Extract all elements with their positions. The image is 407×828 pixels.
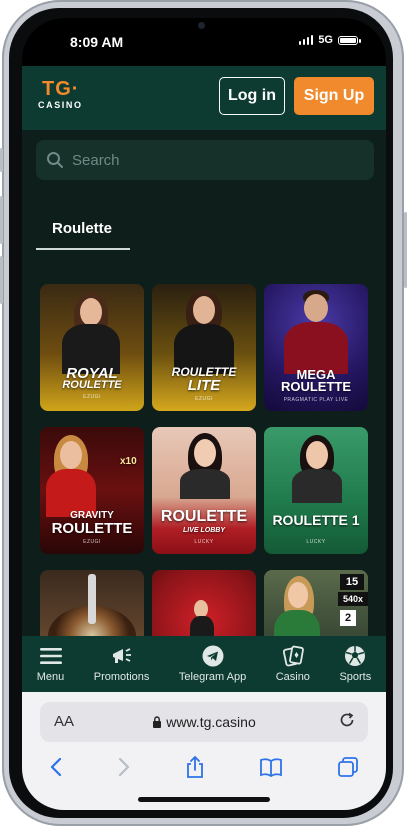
game-title: ROULETTE 1: [272, 512, 360, 528]
number-board: 15: [340, 574, 364, 590]
game-subtitle: LIVE LOBBY: [182, 527, 225, 534]
phone-action-button: [0, 148, 3, 172]
cards-icon: [282, 645, 304, 667]
url-text: www.tg.casino: [166, 714, 256, 730]
tab-roulette-label: Roulette: [52, 220, 112, 237]
dealer-body: [292, 469, 342, 503]
logo-casino-text: CASINO: [38, 100, 83, 110]
site-header: TG· CASINO Log in Sign Up: [22, 66, 386, 130]
soccer-ball-icon: [344, 645, 366, 667]
search-placeholder: Search: [72, 151, 120, 169]
dealer-face: [306, 441, 328, 469]
phone-volume-down: [0, 256, 3, 304]
dealer-face: [193, 296, 215, 324]
game-provider: LUCKY: [194, 539, 214, 545]
nav-menu[interactable]: Menu: [36, 645, 65, 683]
game-title: ROULETTE: [160, 508, 248, 525]
address-bar[interactable]: AA www.tg.casino: [40, 702, 368, 742]
status-indicators: 5G: [298, 34, 361, 46]
front-camera: [198, 22, 205, 29]
reload-icon[interactable]: [338, 711, 356, 734]
tab-roulette[interactable]: Roulette: [36, 208, 130, 250]
tg-casino-logo[interactable]: TG· CASINO: [38, 78, 88, 114]
nav-promotions[interactable]: Promotions: [93, 645, 150, 683]
forward-icon[interactable]: [117, 756, 131, 784]
nav-telegram-app[interactable]: Telegram App: [179, 645, 246, 683]
game-provider: EZUGI: [83, 394, 101, 400]
nav-telegram-label: Telegram App: [178, 671, 247, 683]
signup-button[interactable]: Sign Up: [294, 77, 374, 115]
game-provider: EZUGI: [195, 396, 213, 402]
menu-icon: [39, 645, 62, 667]
nav-promotions-label: Promotions: [93, 671, 150, 683]
phone-volume-up: [0, 196, 3, 244]
nav-casino[interactable]: Casino: [276, 645, 310, 683]
number-board-2: 2: [340, 610, 356, 626]
status-time: 8:09 AM: [70, 34, 124, 50]
game-card[interactable]: x10 GRAVITY ROULETTE EZUGI: [40, 427, 144, 554]
game-subtitle: ROULETTE: [280, 379, 352, 394]
dealer-face: [288, 582, 308, 608]
host-face: [304, 294, 328, 322]
browser-toolbar: [22, 752, 386, 788]
dealer-body: [180, 469, 230, 499]
game-subtitle: ROULETTE: [51, 520, 133, 537]
telegram-icon: [202, 645, 224, 667]
game-card[interactable]: ROYAL ROULETTE EZUGI: [40, 284, 144, 411]
game-multiplier: x10: [120, 456, 137, 467]
game-provider: LUCKY: [306, 539, 326, 545]
bottom-nav: Menu Promotions Telegram App Casino Spor…: [22, 636, 386, 692]
game-card[interactable]: ROULETTE LITE EZUGI: [152, 284, 256, 411]
browser-chrome: AA www.tg.casino: [22, 692, 386, 810]
nav-menu-label: Menu: [36, 671, 65, 683]
game-subtitle: LITE: [187, 377, 221, 394]
status-bar: 8:09 AM 5G: [22, 18, 386, 66]
game-provider: PRAGMATIC PLAY LIVE: [283, 397, 349, 403]
search-input[interactable]: Search: [36, 140, 374, 180]
game-card[interactable]: MEGA ROULETTE PRAGMATIC PLAY LIVE: [264, 284, 368, 411]
nav-sports[interactable]: Sports: [339, 645, 371, 683]
network-type: 5G: [318, 34, 333, 46]
search-icon: [46, 151, 64, 169]
lock-icon: [152, 715, 162, 731]
screen: 8:09 AM 5G TG· CASINO Log in Sign Up Sea…: [22, 18, 386, 810]
share-icon[interactable]: [185, 755, 205, 785]
dealer-face: [80, 298, 102, 326]
wheel-spindle: [88, 574, 96, 624]
url-display: www.tg.casino: [40, 714, 368, 731]
dealer-face: [194, 439, 216, 467]
battery-icon: [338, 35, 361, 45]
login-button[interactable]: Log in: [219, 77, 285, 115]
game-card[interactable]: ROULETTE 1 LUCKY: [264, 427, 368, 554]
megaphone-icon: [111, 645, 133, 667]
signal-icon: [298, 35, 314, 45]
logo-tg-text: TG·: [42, 78, 80, 100]
game-card[interactable]: ROULETTE LIVE LOBBY LUCKY: [152, 427, 256, 554]
game-provider: EZUGI: [83, 539, 101, 545]
home-indicator: [138, 797, 270, 802]
bookmarks-icon[interactable]: [259, 757, 283, 783]
nav-casino-label: Casino: [275, 671, 310, 683]
nav-sports-label: Sports: [339, 671, 372, 683]
multiplier-board: 540x: [338, 592, 368, 606]
tabs-icon[interactable]: [337, 756, 359, 784]
dealer-face: [60, 441, 82, 469]
back-icon[interactable]: [49, 756, 63, 784]
game-subtitle: ROULETTE: [62, 379, 122, 391]
